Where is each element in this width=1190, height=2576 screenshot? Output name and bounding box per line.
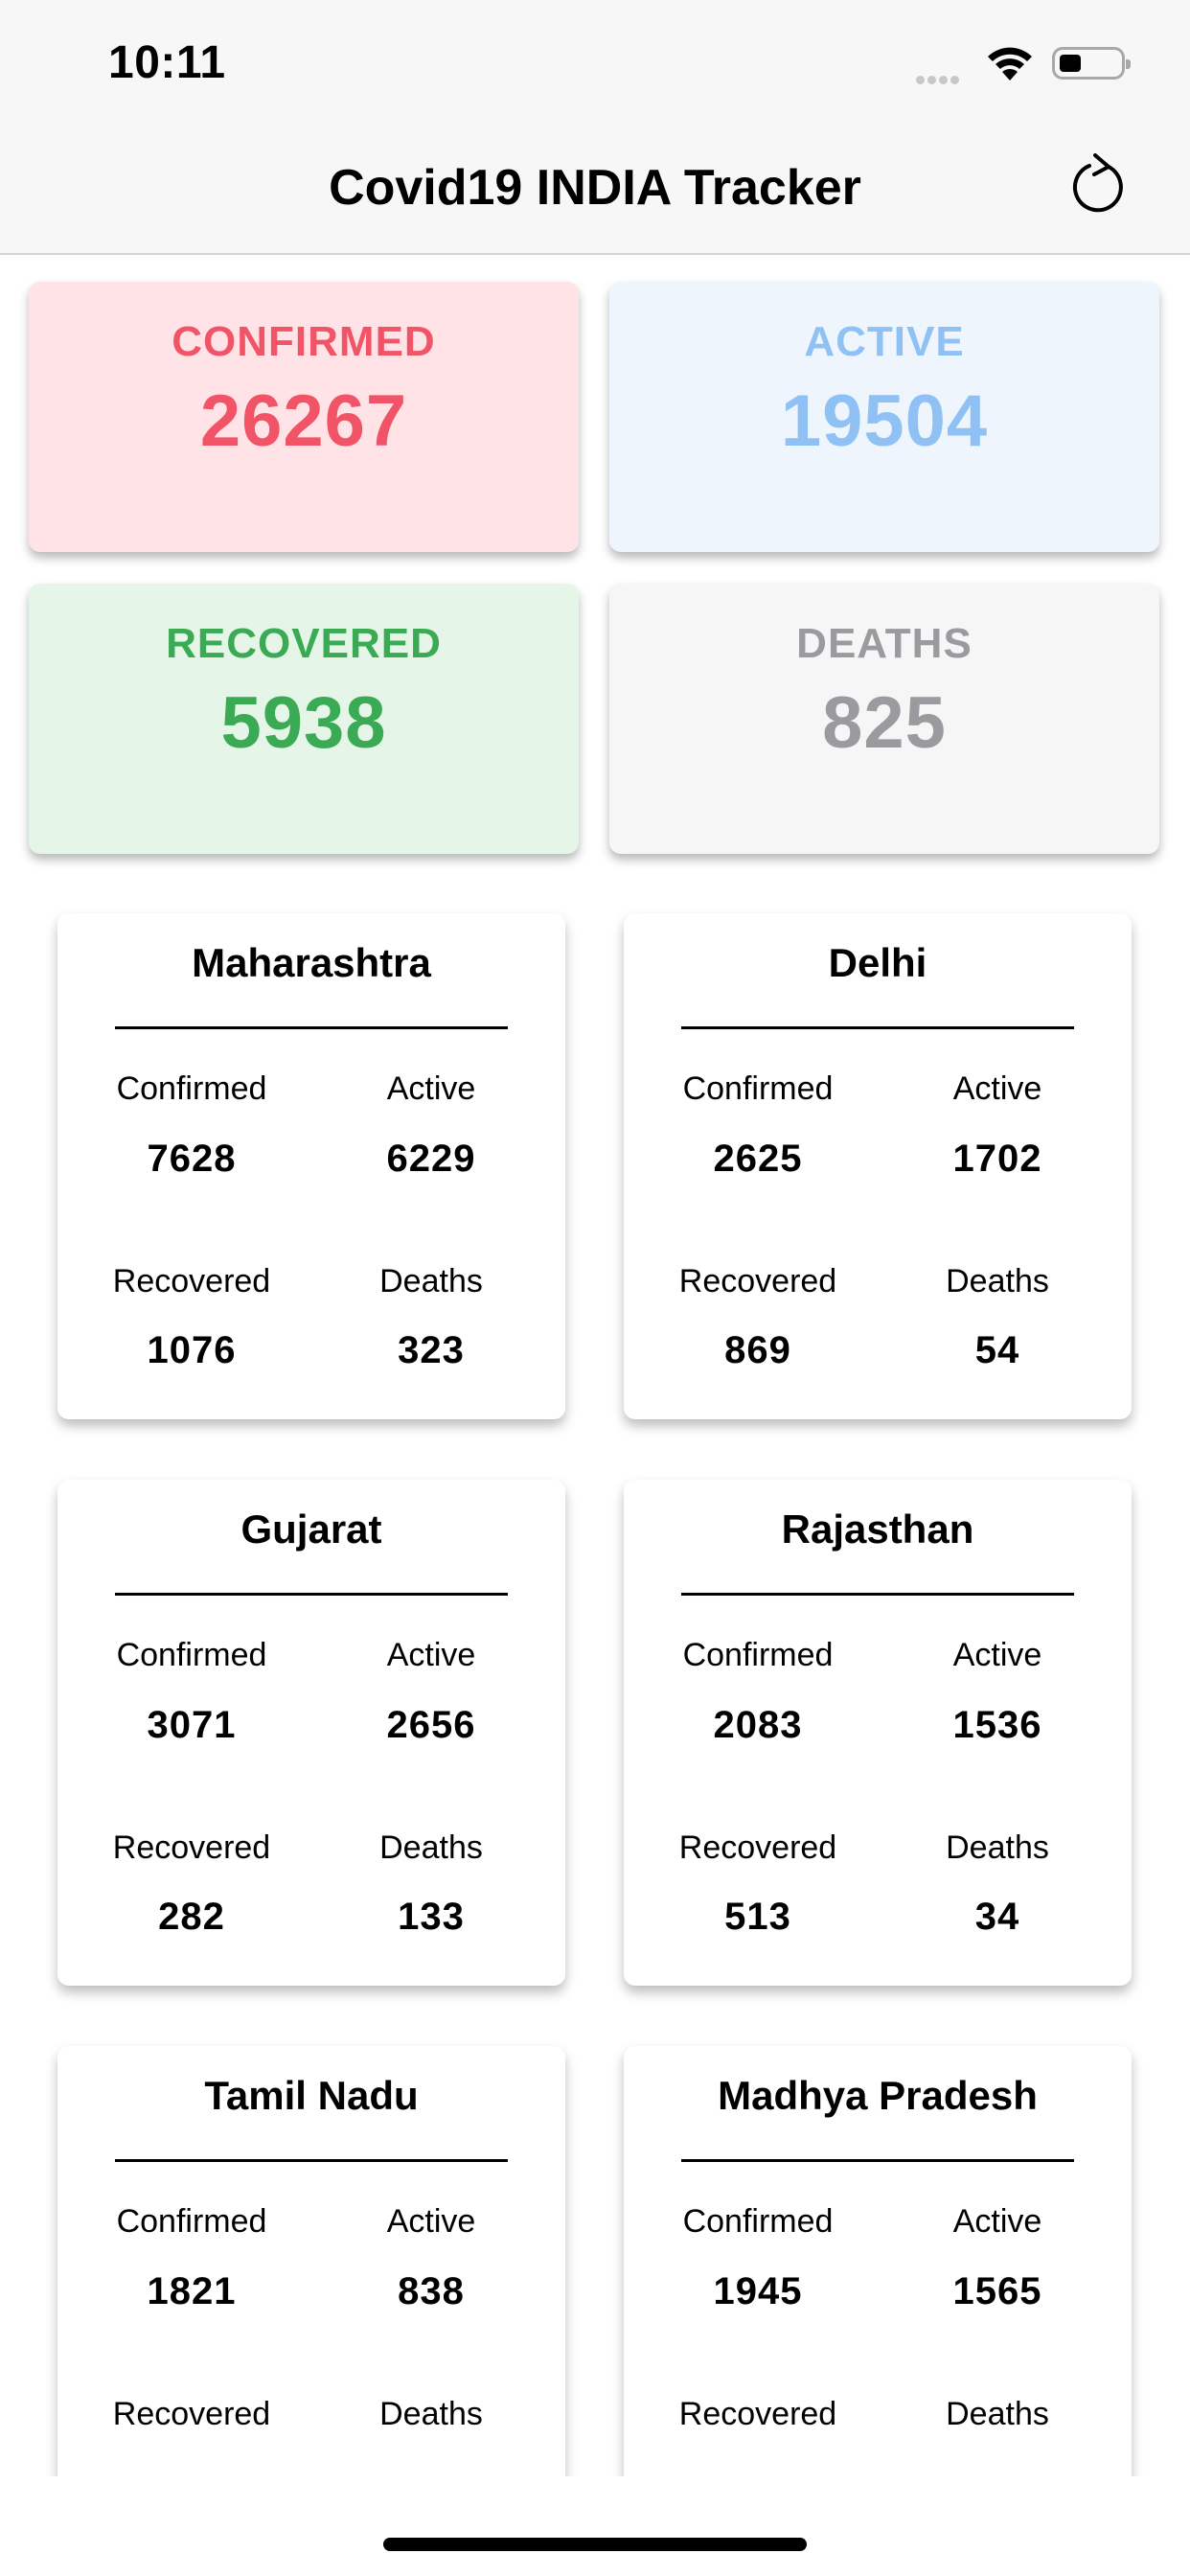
summary-card-confirmed: CONFIRMED 26267 [29,282,579,552]
confirmed-value: 2625 [713,1138,803,1180]
confirmed-label: Confirmed [682,1070,834,1107]
deaths-label: Deaths [379,2396,483,2432]
active-label: Active [952,2203,1042,2240]
summary-card-deaths: DEATHS 825 [609,584,1159,854]
summary-label: RECOVERED [166,620,442,667]
recovered-label: Recovered [112,2396,271,2432]
state-name: Maharashtra [192,940,431,985]
wifi-icon [988,47,1032,80]
summary-label: ACTIVE [804,318,965,365]
summary-value: 26267 [199,380,408,462]
deaths-label: Deaths [946,1263,1049,1300]
divider [115,1026,508,1029]
deaths-label: Deaths [379,1829,483,1866]
home-indicator[interactable] [383,2538,807,2551]
page-title: Covid19 INDIA Tracker [329,160,861,216]
state-card-delhi[interactable]: Delhi Confirmed Active 2625 1702 Recover… [624,913,1132,1419]
confirmed-label: Confirmed [682,2203,834,2240]
recovered-label: Recovered [678,2396,837,2432]
deaths-value: 34 [974,1896,1020,1938]
status-time: 10:11 [108,37,226,88]
active-label: Active [386,1070,476,1107]
divider [115,2159,508,2162]
cellular-signal-icon [916,72,962,89]
divider [681,1026,1074,1029]
state-card-gujarat[interactable]: Gujarat Confirmed Active 3071 2656 Recov… [57,1480,565,1986]
active-value: 2656 [386,1704,476,1746]
state-card-rajasthan[interactable]: Rajasthan Confirmed Active 2083 1536 Rec… [624,1480,1132,1986]
state-card-maharashtra[interactable]: Maharashtra Confirmed Active 7628 6229 R… [57,913,565,1419]
top-bar: 10:11 Covid19 INDIA Tracker [0,0,1190,255]
active-label: Active [386,2203,476,2240]
confirmed-value: 1945 [713,2270,803,2312]
state-name: Madhya Pradesh [718,2073,1038,2118]
confirmed-value: 2083 [713,1704,803,1746]
recovered-value: 869 [724,1329,791,1371]
confirmed-label: Confirmed [116,1637,267,1673]
confirmed-label: Confirmed [682,1637,834,1673]
refresh-icon[interactable] [1066,151,1133,218]
deaths-value: 133 [398,1896,465,1938]
recovered-value: 1076 [147,1329,237,1371]
active-value: 838 [398,2270,465,2312]
confirmed-label: Confirmed [116,2203,267,2240]
recovered-value: 513 [724,1896,791,1938]
bottom-safe-area [0,2476,1190,2576]
state-name: Gujarat [240,1506,382,1552]
recovered-label: Recovered [678,1829,837,1866]
divider [681,1593,1074,1596]
state-name: Tamil Nadu [204,2073,419,2118]
summary-label: CONFIRMED [172,318,436,365]
battery-icon [1052,47,1131,80]
summary-value: 5938 [220,682,387,764]
divider [115,1593,508,1596]
active-value: 1536 [952,1704,1042,1746]
deaths-value: 323 [398,1329,465,1371]
summary-value: 825 [822,682,947,764]
active-value: 1702 [952,1138,1042,1180]
recovered-label: Recovered [112,1263,271,1300]
summary-card-recovered: RECOVERED 5938 [29,584,579,854]
recovered-value: 282 [158,1896,225,1938]
summary-label: DEATHS [796,620,973,667]
deaths-label: Deaths [946,2396,1049,2432]
confirmed-value: 7628 [147,1138,237,1180]
deaths-value: 54 [974,1329,1020,1371]
confirmed-value: 3071 [147,1704,237,1746]
active-label: Active [952,1637,1042,1673]
state-name: Rajasthan [781,1506,974,1552]
state-name: Delhi [828,940,927,985]
deaths-label: Deaths [379,1263,483,1300]
confirmed-label: Confirmed [116,1070,267,1107]
confirmed-value: 1821 [147,2270,237,2312]
deaths-label: Deaths [946,1829,1049,1866]
active-value: 6229 [386,1138,476,1180]
active-label: Active [952,1070,1042,1107]
active-value: 1565 [952,2270,1042,2312]
recovered-label: Recovered [112,1829,271,1866]
recovered-label: Recovered [678,1263,837,1300]
divider [681,2159,1074,2162]
summary-value: 19504 [780,380,989,462]
active-label: Active [386,1637,476,1673]
summary-card-active: ACTIVE 19504 [609,282,1159,552]
